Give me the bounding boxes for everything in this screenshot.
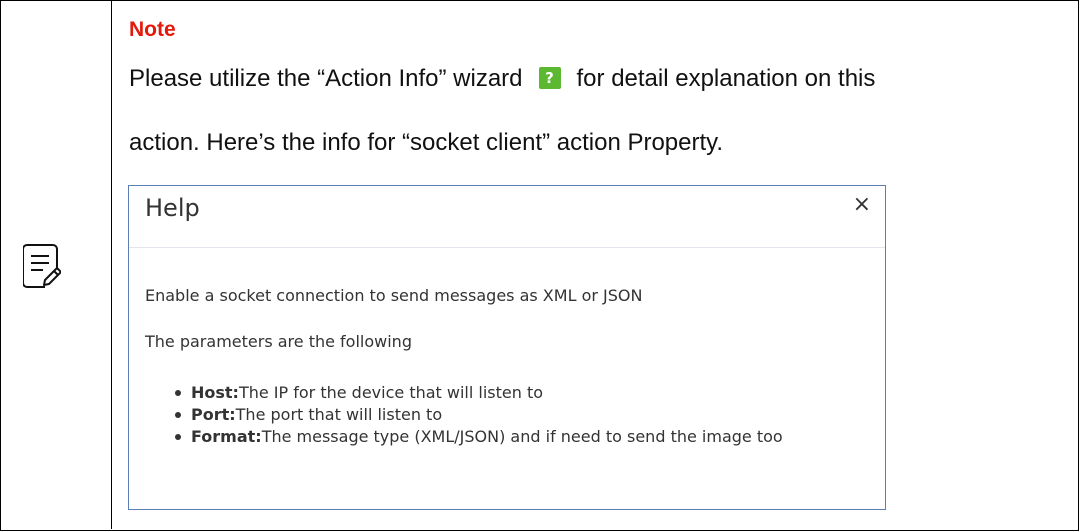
list-item: Format:The message type (XML/JSON) and i… <box>169 426 869 447</box>
note-pencil-icon <box>23 244 61 288</box>
param-name: Host: <box>191 383 239 402</box>
cell-divider <box>111 0 112 529</box>
param-text: The port that will listen to <box>235 405 443 424</box>
param-text: The IP for the device that will listen t… <box>238 383 544 402</box>
param-name: Format: <box>191 427 262 446</box>
note-line-1-after: for detail explanation on this <box>576 65 876 92</box>
note-line-1: Please utilize the “Action Info” wizard?… <box>129 65 875 93</box>
note-line-1-before: Please utilize the “Action Info” wizard <box>129 65 523 92</box>
dialog-params-intro: The parameters are the following <box>145 332 412 351</box>
bullet-icon <box>175 390 181 396</box>
list-item: Port:The port that will listen to <box>169 404 869 425</box>
list-item: Host:The IP for the device that will lis… <box>169 382 869 403</box>
param-list: Host:The IP for the device that will lis… <box>169 382 869 448</box>
help-dialog: Help × Enable a socket connection to sen… <box>128 185 886 510</box>
bullet-icon <box>175 412 181 418</box>
dialog-description: Enable a socket connection to send messa… <box>145 286 643 305</box>
note-title: Note <box>129 18 176 41</box>
bullet-icon <box>175 434 181 440</box>
dialog-title: Help <box>145 194 200 222</box>
dialog-header-divider <box>129 247 885 248</box>
close-icon[interactable]: × <box>853 192 871 217</box>
note-line-2: action. Here’s the info for “socket clie… <box>129 129 724 156</box>
param-text: The message type (XML/JSON) and if need … <box>261 427 783 446</box>
question-mark-icon[interactable]: ? <box>538 67 561 89</box>
param-name: Port: <box>191 405 236 424</box>
